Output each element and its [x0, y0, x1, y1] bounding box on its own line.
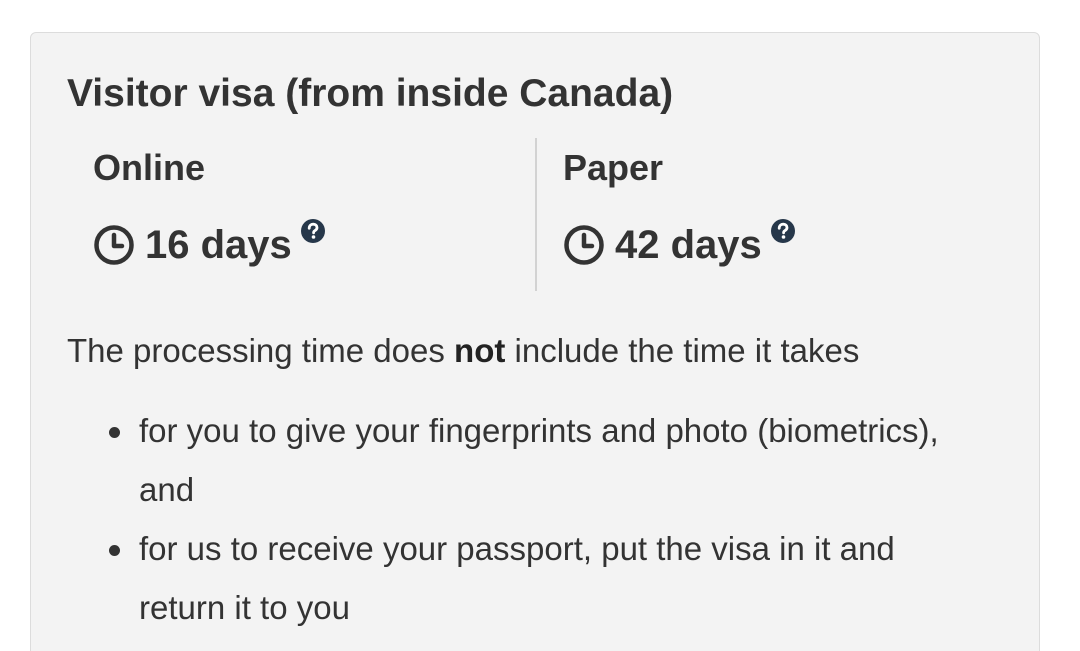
- online-days: 16 days: [145, 223, 292, 267]
- note-emphasis: not: [454, 332, 506, 369]
- bullet-dot: [109, 427, 120, 438]
- paper-label: Paper: [563, 147, 664, 188]
- list-item: for us to receive your passport, put the…: [109, 519, 959, 637]
- online-processing-time: 16 days: [93, 218, 326, 270]
- list-item-text: for us to receive your passport, put the…: [139, 530, 895, 626]
- clock-icon: [94, 225, 134, 265]
- online-label: Online: [93, 147, 206, 188]
- question-circle-icon[interactable]: [770, 218, 796, 244]
- list-item: for you to give your fingerprints and ph…: [109, 401, 959, 519]
- paper-column: Paper 42 days: [563, 138, 1003, 293]
- clock-icon: [564, 225, 604, 265]
- column-divider: [535, 138, 537, 291]
- online-column: Online 16 days: [93, 138, 533, 293]
- processing-time-panel: Visitor visa (from inside Canada) Online…: [30, 32, 1040, 651]
- paper-days: 42 days: [615, 223, 762, 267]
- processing-time-note: The processing time does not include the…: [67, 329, 859, 373]
- note-text-before: The processing time does: [67, 332, 455, 369]
- bullet-dot: [109, 545, 120, 556]
- question-circle-icon[interactable]: [300, 218, 326, 244]
- list-item-text: for you to give your fingerprints and ph…: [139, 412, 939, 508]
- exclusions-list: for you to give your fingerprints and ph…: [109, 401, 959, 637]
- paper-processing-time: 42 days: [563, 218, 796, 270]
- panel-title: Visitor visa (from inside Canada): [67, 72, 674, 115]
- note-text-after: include the time it takes: [505, 332, 860, 369]
